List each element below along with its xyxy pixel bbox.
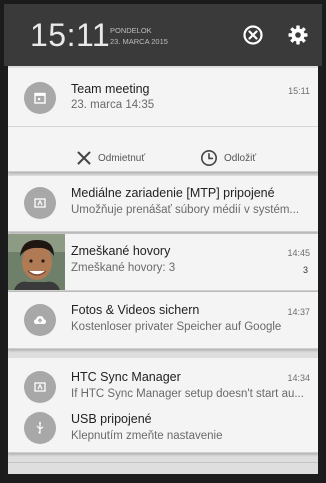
snooze-label: Odložiť — [224, 152, 257, 164]
notification-title: Fotos & Videos sichern — [71, 303, 200, 317]
notification-subtitle: Zmeškané hovory: 3 — [71, 262, 176, 274]
notification-header: 15:11 PONDELOK 23. MARCA 2015 — [4, 4, 322, 66]
notification-title: Zmeškané hovory — [71, 244, 171, 258]
decline-label: Odmietnuť — [98, 152, 146, 164]
notification-missed-calls[interactable]: Zmeškané hovory Zmeškané hovory: 3 14:45… — [8, 234, 318, 291]
notification-subtitle: Umožňuje prenášať súbory médií v systém.… — [71, 204, 300, 216]
notification-title: Team meeting — [71, 82, 150, 96]
notification-fotos[interactable]: Fotos & Videos sichern Kostenloser priva… — [8, 292, 318, 349]
notification-time: 14:34 — [287, 373, 310, 383]
snooze-button[interactable]: Odložiť — [200, 145, 256, 171]
day-label: PONDELOK — [110, 26, 152, 35]
decline-button[interactable]: Odmietnuť — [76, 145, 145, 171]
date-label: 23. MARCA 2015 — [110, 37, 168, 46]
caller-avatar — [8, 234, 65, 290]
notification-title: USB pripojené — [71, 412, 152, 426]
notification-time: 15:11 — [288, 86, 310, 96]
cloud-upload-icon — [24, 304, 56, 336]
clock-icon — [201, 150, 217, 166]
notification-usb[interactable]: USB pripojené Klepnutím zmeňte nastaveni… — [8, 404, 318, 453]
notification-subtitle: Kostenloser privater Speicher auf Google — [71, 321, 282, 333]
usb-device-icon — [24, 371, 56, 403]
notification-list: Team meeting 23. marca 14:35 15:11 Odmie… — [8, 66, 318, 474]
notification-time: 14:45 — [287, 248, 310, 258]
notification-team-meeting[interactable]: Team meeting 23. marca 14:35 15:11 Odmie… — [8, 68, 318, 172]
clock-time: 15:11 — [30, 17, 111, 53]
notification-subtitle: If HTC Sync Manager setup doesn't start … — [71, 388, 304, 400]
notification-time: 14:37 — [287, 307, 310, 317]
date-block: PONDELOK 23. MARCA 2015 — [110, 25, 168, 47]
usb-device-icon — [24, 187, 56, 219]
notification-count: 3 — [302, 265, 308, 275]
calendar-app-icon — [24, 82, 56, 114]
notification-subtitle: 23. marca 14:35 — [71, 99, 155, 111]
clear-all-icon[interactable] — [242, 24, 264, 46]
notification-mtp[interactable]: Mediálne zariadenie [MTP] pripojené Umož… — [8, 176, 318, 232]
close-icon — [77, 151, 91, 165]
notification-subtitle: Klepnutím zmeňte nastavenie — [71, 430, 223, 442]
notification-title: Mediálne zariadenie [MTP] pripojené — [71, 186, 275, 200]
usb-icon — [24, 412, 56, 444]
settings-gear-icon[interactable] — [287, 24, 309, 46]
divider — [8, 126, 318, 127]
notification-title: HTC Sync Manager — [71, 370, 181, 384]
list-end-divider — [8, 462, 318, 463]
